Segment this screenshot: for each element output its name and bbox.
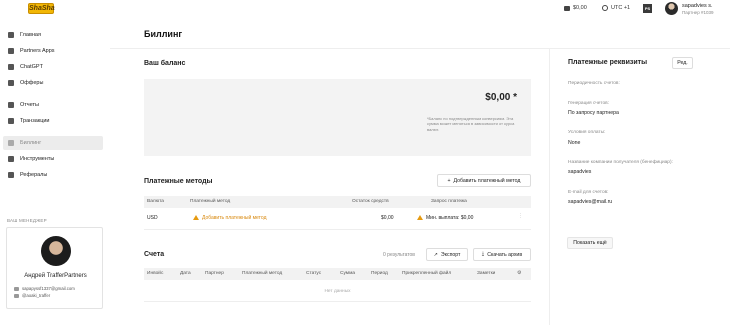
sidebar: Главная Partners Apps ChatGPT Офферы Отч…	[0, 19, 110, 325]
pm-currency: USD	[147, 215, 158, 221]
inv-header-file: Прикрепленный файл	[402, 271, 452, 276]
sidebar-item-partners-apps[interactable]: Partners Apps	[3, 44, 103, 58]
sidebar-item-reports[interactable]: Отчеты	[3, 98, 103, 112]
payment-terms-value: None	[568, 140, 581, 146]
warning-icon	[193, 215, 199, 220]
partner-id: Партнер #1039	[682, 10, 714, 15]
invoices-table: Инвойс Дата Партнер Платежный метод Стат…	[144, 268, 531, 302]
inv-header-period: Период	[371, 271, 388, 276]
row-divider	[144, 301, 531, 302]
invoice-generation-value: По запросу партнера	[568, 110, 619, 116]
balance-box: $0,00 * *Баланс по подтвержденным конвер…	[144, 79, 531, 156]
manager-title: ВАШ МЕНЕДЖЕР	[7, 218, 47, 223]
invoice-period-label: Периодичность счетов:	[568, 81, 620, 86]
clock-icon	[602, 5, 608, 11]
row-divider	[144, 229, 531, 230]
manager-name: Андрей TrafferPartners	[24, 273, 87, 279]
gear-icon[interactable]: ⚙	[517, 271, 521, 276]
inv-header-notes: Заметки	[477, 271, 496, 276]
beneficiary-value: sapadvies	[568, 169, 592, 175]
top-bar: ShaSha $0,00 UTC +1 PS sapadvies s. Парт…	[0, 0, 730, 19]
top-balance: $0,00	[573, 5, 587, 11]
transactions-icon	[8, 118, 14, 124]
page-title: Биллинг	[144, 29, 183, 39]
arrow-up-right-icon: ↗	[433, 251, 438, 258]
invoice-email-label: E-mail для счетов:	[568, 190, 609, 195]
mail-icon	[14, 286, 19, 291]
timezone-label: UTC +1	[611, 5, 631, 11]
pm-header-balance: Остаток средств	[352, 199, 389, 204]
inv-header-amount: Сумма	[340, 271, 356, 276]
add-payment-method-button[interactable]: + Добавить платежный метод	[437, 174, 531, 187]
show-more-button[interactable]: Показать ещё	[567, 237, 613, 249]
no-data-text: Нет данных	[324, 289, 351, 294]
manager-email-line[interactable]: sapapyssf1337@gmail.com	[14, 286, 75, 291]
timezone-indicator[interactable]: UTC +1	[602, 5, 630, 11]
user-avatar[interactable]	[665, 2, 678, 15]
chart-icon	[8, 102, 14, 108]
balance-indicator[interactable]: $0,00	[564, 5, 587, 11]
panel-divider	[549, 48, 550, 325]
sidebar-item-chatgpt[interactable]: ChatGPT	[3, 60, 103, 74]
requisites-title: Платежные реквизиты	[568, 59, 648, 66]
card-icon	[8, 140, 14, 146]
pm-header-request: Запрос платежа	[431, 199, 467, 204]
sidebar-item-billing[interactable]: Биллинг	[3, 136, 103, 150]
grid-icon	[8, 32, 14, 38]
header-divider	[110, 48, 730, 49]
export-button[interactable]: ↗ Экспорт	[426, 248, 468, 261]
wrench-icon	[8, 156, 14, 162]
edit-button[interactable]: Ред.	[672, 57, 693, 69]
more-options-icon[interactable]: ⋮	[518, 213, 523, 219]
tag-icon	[8, 80, 14, 86]
balance-amount: $0,00 *	[485, 92, 517, 103]
invoice-email-value: sapadvies@mail.ru	[568, 199, 613, 205]
ps-badge[interactable]: PS	[643, 4, 652, 13]
inv-header-status: Статус	[306, 271, 322, 276]
inv-header-invoice: Инвойс	[147, 271, 164, 276]
pm-header-currency: Валюта	[147, 199, 164, 204]
sidebar-item-tools[interactable]: Инструменты	[3, 152, 103, 166]
beneficiary-label: Название компании получателя (бенефициар…	[568, 160, 673, 165]
pm-balance: $0,00	[381, 215, 394, 221]
warning-icon	[417, 215, 423, 220]
download-archive-button[interactable]: ⤓ Скачать архив	[473, 248, 531, 261]
wallet-icon	[564, 5, 570, 11]
manager-avatar	[41, 236, 71, 266]
sidebar-item-transactions[interactable]: Транзакции	[3, 114, 103, 128]
manager-card: Андрей TrafferPartners sapapyssf1337@gma…	[6, 227, 103, 309]
referral-icon	[8, 172, 14, 178]
logo[interactable]: ShaSha	[28, 3, 55, 14]
telegram-icon	[14, 293, 19, 298]
payment-methods-header: Валюта Платежный метод Остаток средств З…	[144, 196, 531, 208]
pm-header-method: Платежный метод	[190, 199, 231, 204]
payment-terms-label: Условия оплаты:	[568, 130, 606, 135]
plus-icon: +	[447, 177, 451, 184]
invoices-header: Инвойс Дата Партнер Платежный метод Стат…	[144, 268, 531, 280]
payment-methods-title: Платежные методы	[144, 178, 213, 185]
invoice-generation-label: Генерация счетов:	[568, 101, 609, 106]
pm-request: Мин. выплата: $0,00	[417, 215, 473, 221]
download-icon: ⤓	[481, 251, 485, 257]
invoices-title: Счета	[144, 251, 165, 258]
sidebar-item-home[interactable]: Главная	[3, 28, 103, 42]
balance-note: *Баланс по подтвержденным конверсиям. Эт…	[427, 116, 515, 132]
user-name[interactable]: sapadvies s.	[682, 3, 713, 9]
inv-header-method: Платежный метод	[242, 271, 283, 276]
sidebar-item-offers[interactable]: Офферы	[3, 76, 103, 90]
inv-header-date: Дата	[180, 271, 191, 276]
apps-icon	[8, 48, 14, 54]
sidebar-item-referrals[interactable]: Рефералы	[3, 168, 103, 182]
balance-title: Ваш баланс	[144, 60, 186, 67]
payment-methods-table: Валюта Платежный метод Остаток средств З…	[144, 196, 531, 230]
inv-header-partner: Партнер	[205, 271, 224, 276]
add-method-link[interactable]: Добавить платежный метод	[193, 215, 267, 221]
manager-telegram-line[interactable]: @aoaki_traffer	[14, 293, 50, 298]
chat-icon	[8, 64, 14, 70]
results-count: 0 результатов	[383, 252, 415, 258]
